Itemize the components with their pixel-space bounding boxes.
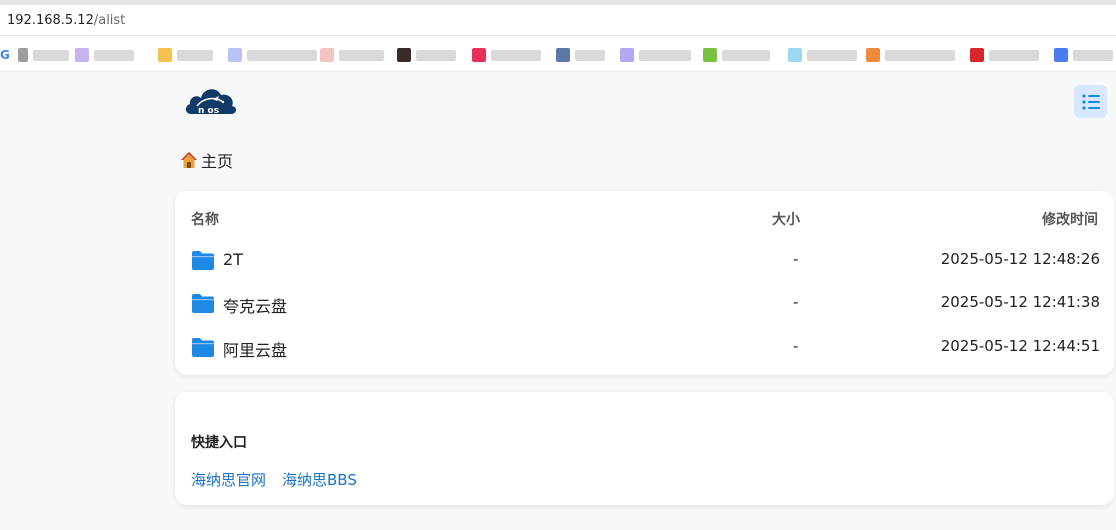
file-name: 2T (223, 250, 243, 269)
file-size: - (793, 250, 799, 268)
file-row-quark[interactable]: 夸克云盘 - 2025-05-12 12:41:38 (175, 284, 1114, 324)
bookmark-favicon-icon (320, 48, 334, 62)
column-header-name[interactable]: 名称 (191, 209, 219, 229)
url-host: 192.168.5.12 (7, 13, 94, 28)
bookmark-item[interactable] (228, 48, 317, 62)
url-text[interactable]: 192.168.5.12/alist (7, 13, 125, 28)
bookmark-item[interactable] (556, 48, 605, 62)
list-view-button[interactable] (1074, 85, 1107, 118)
file-modified: 2025-05-12 12:41:38 (940, 293, 1100, 311)
bookmark-favicon-icon (397, 48, 411, 62)
quick-access-card: 快捷入口 海纳思官网 海纳思BBS (175, 392, 1114, 505)
column-header-size[interactable]: 大小 (772, 209, 800, 229)
quick-access-links: 海纳思官网 海纳思BBS (191, 469, 357, 490)
file-row-aliyun[interactable]: 阿里云盘 - 2025-05-12 12:44:51 (175, 328, 1114, 368)
home-icon (181, 152, 197, 168)
link-official-site[interactable]: 海纳思官网 (191, 469, 266, 490)
bookmark-item[interactable] (620, 48, 691, 62)
quick-access-title: 快捷入口 (191, 435, 247, 451)
file-size: - (793, 337, 799, 355)
bookmark-item[interactable] (397, 48, 456, 62)
folder-icon (192, 294, 214, 313)
bookmark-favicon-icon (18, 48, 28, 62)
google-icon[interactable]: G (0, 48, 10, 62)
list-icon (1081, 93, 1100, 110)
file-size: - (793, 293, 799, 311)
cloud-logo-icon: n os (185, 89, 237, 116)
bookmark-favicon-icon (788, 48, 802, 62)
bookmark-item[interactable] (788, 48, 857, 62)
bookmark-item[interactable] (320, 48, 384, 62)
file-modified: 2025-05-12 12:44:51 (940, 337, 1100, 355)
column-header-modified[interactable]: 修改时间 (1042, 209, 1098, 229)
bookmark-item[interactable] (472, 48, 541, 62)
bookmarks-bar: G (0, 36, 1116, 72)
bookmark-item[interactable] (703, 48, 770, 62)
file-row-2t[interactable]: 2T - 2025-05-12 12:48:26 (175, 241, 1114, 281)
bookmark-favicon-icon (866, 48, 880, 62)
bookmark-favicon-icon (970, 48, 984, 62)
bookmark-favicon-icon (158, 48, 172, 62)
folder-icon (192, 251, 214, 270)
bookmark-favicon-icon (1054, 48, 1068, 62)
svg-text:n os: n os (198, 106, 219, 116)
folder-icon (192, 338, 214, 357)
bookmark-item[interactable] (1054, 48, 1113, 62)
bookmark-favicon-icon (228, 48, 242, 62)
bookmark-favicon-icon (472, 48, 486, 62)
file-modified: 2025-05-12 12:48:26 (940, 250, 1100, 268)
bookmark-favicon-icon (703, 48, 717, 62)
bookmark-item[interactable] (970, 48, 1039, 62)
bookmark-item[interactable] (75, 48, 134, 62)
bookmark-item[interactable] (866, 48, 955, 62)
bookmark-item[interactable] (18, 48, 69, 62)
bookmark-favicon-icon (620, 48, 634, 62)
file-name: 夸克云盘 (223, 297, 288, 316)
file-name: 阿里云盘 (223, 341, 288, 360)
bookmark-favicon-icon (556, 48, 570, 62)
url-path: /alist (93, 13, 126, 28)
breadcrumb[interactable]: 主页 (180, 148, 233, 172)
address-bar[interactable]: 192.168.5.12/alist (0, 0, 1116, 36)
breadcrumb-home-label: 主页 (201, 152, 234, 171)
bookmark-item[interactable] (158, 48, 213, 62)
file-list-card: 名称 大小 修改时间 2T - 2025-05-12 12:48:26 夸克云盘… (175, 191, 1114, 375)
site-logo[interactable]: n os (183, 82, 239, 118)
bookmark-favicon-icon (75, 48, 89, 62)
link-bbs[interactable]: 海纳思BBS (282, 469, 357, 490)
